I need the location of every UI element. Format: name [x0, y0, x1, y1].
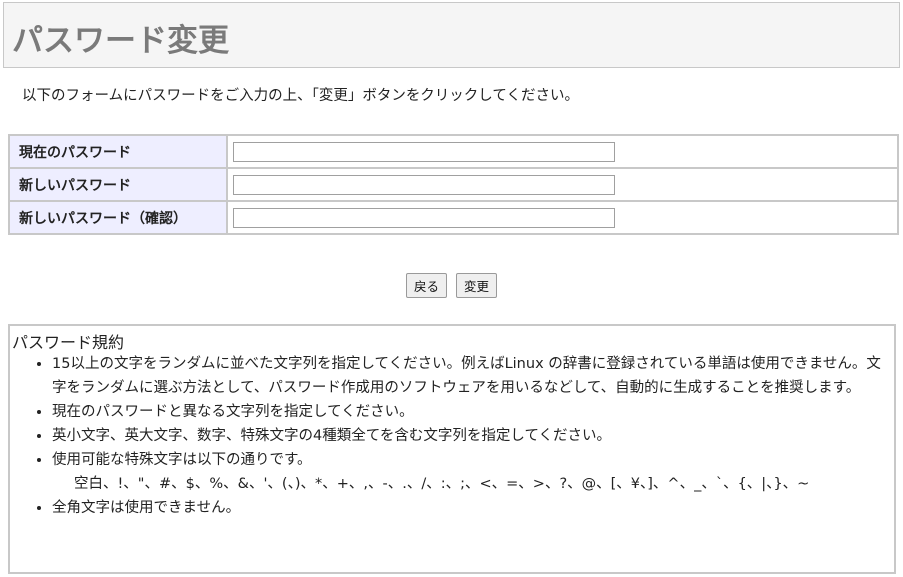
rule-item-no-fullwidth: 全角文字は使用できません。 — [52, 496, 882, 520]
new-password-label: 新しいパスワード — [8, 167, 228, 202]
rule-item-char-types: 英小文字、英大文字、数字、特殊文字の4種類全てを含む文字列を指定してください。 — [52, 424, 882, 448]
current-password-label: 現在のパスワード — [8, 134, 228, 169]
form-row-confirm-password: 新しいパスワード（確認） — [8, 200, 899, 235]
button-bar: 戻る 変更 — [0, 273, 903, 298]
page-title: パスワード変更 — [12, 23, 229, 59]
confirm-password-label: 新しいパスワード（確認） — [8, 200, 228, 235]
rule-item-special-chars: 使用可能な特殊文字は以下の通りです。 空白、!、"、#、$、%、&、'、(、)、… — [52, 448, 882, 496]
rule-item-different: 現在のパスワードと異なる文字列を指定してください。 — [52, 400, 882, 424]
form-row-new-password: 新しいパスワード — [8, 167, 899, 202]
special-chars-intro: 使用可能な特殊文字は以下の通りです。 — [52, 452, 312, 468]
back-button[interactable]: 戻る — [405, 273, 447, 298]
instruction-text: 以下のフォームにパスワードをご入力の上、「変更」ボタンをクリックしてください。 — [22, 88, 579, 104]
current-password-input[interactable] — [233, 142, 615, 163]
rules-list: 15以上の文字をランダムに並べた文字列を指定してください。例えばLinux の辞… — [10, 352, 882, 520]
rule-item-length: 15以上の文字をランダムに並べた文字列を指定してください。例えばLinux の辞… — [52, 352, 882, 400]
password-rules-box: パスワード規約 15以上の文字をランダムに並べた文字列を指定してください。例えば… — [8, 324, 896, 574]
confirm-password-input[interactable] — [233, 208, 615, 229]
password-form: 現在のパスワード 新しいパスワード 新しいパスワード（確認） — [8, 134, 899, 235]
page-header: パスワード変更 — [3, 2, 900, 68]
form-row-current-password: 現在のパスワード — [8, 134, 899, 169]
change-button[interactable]: 変更 — [456, 273, 498, 298]
new-password-input[interactable] — [233, 175, 615, 196]
special-chars-list: 空白、!、"、#、$、%、&、'、(、)、*、+、,、-、.、/、:、;、<、=… — [74, 476, 810, 492]
rules-title: パスワード規約 — [12, 333, 125, 352]
